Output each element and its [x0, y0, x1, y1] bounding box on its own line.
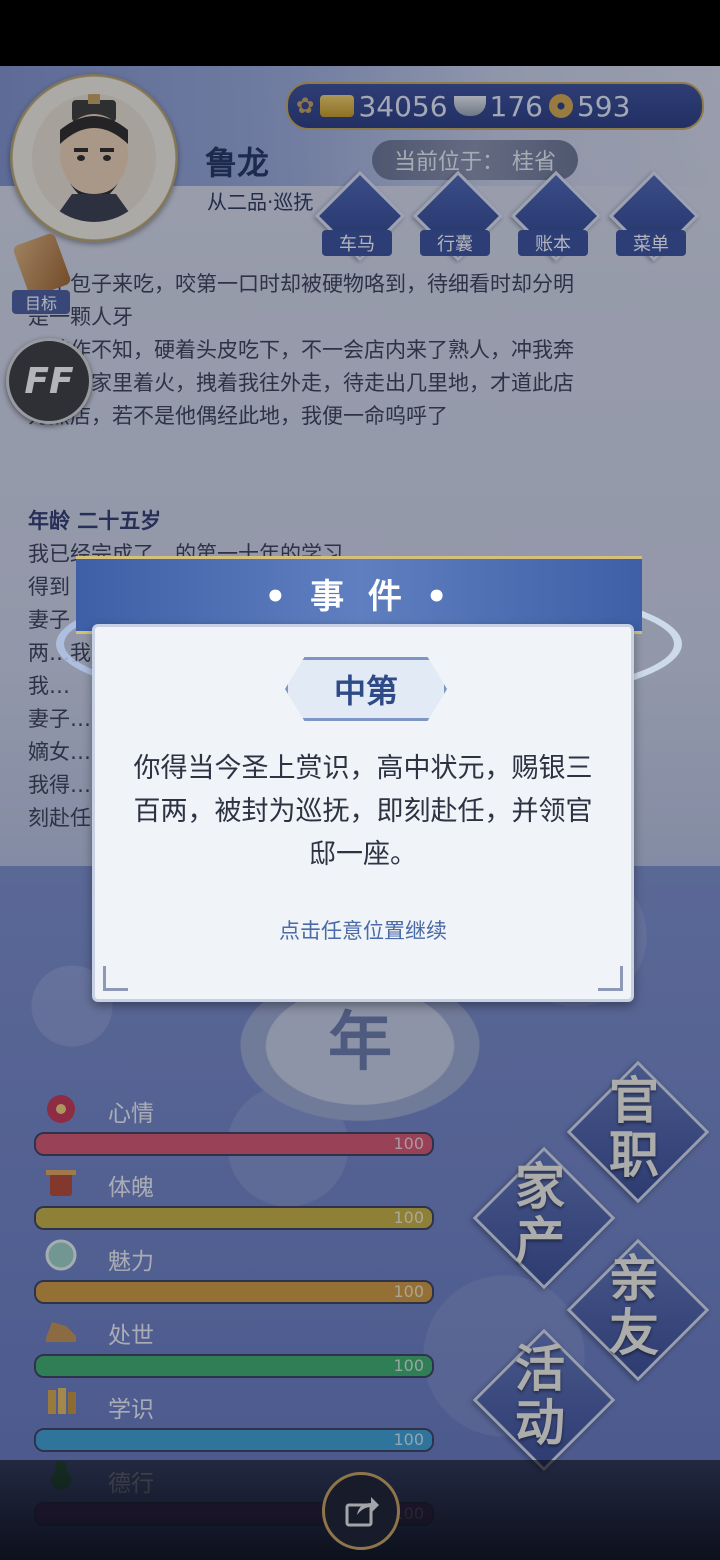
- corner-ornament: [598, 966, 623, 991]
- event-description: 你得当今圣上赏识，高中状元，赐银三百两，被封为巡抚，即刻赴任，并领官邸一座。: [133, 753, 593, 870]
- game-screen[interactable]: …了包子来吃，咬第一口时却被硬物咯到，待细看时却分明 是一颗人牙 …装作不知，硬…: [0, 66, 720, 1560]
- dialog-header: • 事 件 •: [76, 556, 642, 634]
- dialog-title: • 事 件 •: [264, 577, 454, 617]
- status-bar: [0, 0, 720, 66]
- event-name-badge: 中第: [285, 657, 447, 721]
- event-name: 中第: [333, 672, 398, 710]
- event-dialog[interactable]: 中第 你得当今圣上赏识，高中状元，赐银三百两，被封为巡抚，即刻赴任，并领官邸一座…: [92, 624, 634, 1002]
- corner-ornament: [103, 966, 128, 991]
- continue-hint: 点击任意位置继续: [279, 919, 447, 943]
